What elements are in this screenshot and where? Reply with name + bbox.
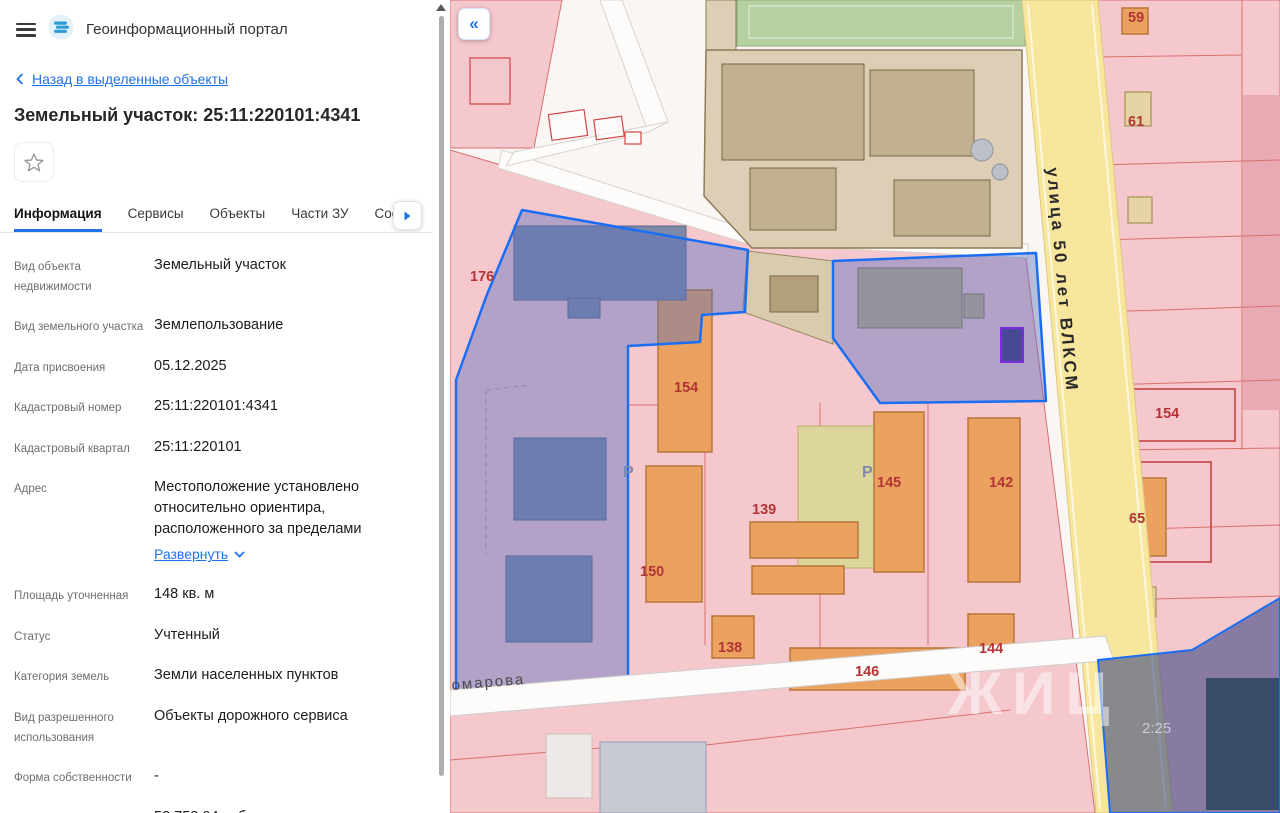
field-label: Вид объекта недвижимости — [14, 261, 92, 293]
field-value: 25:11:220101 — [154, 438, 242, 455]
tab-objects[interactable]: Объекты — [210, 196, 266, 232]
scroll-up-arrow-icon[interactable] — [436, 4, 446, 11]
map-canvas[interactable]: 176 154 139 145 142 150 138 146 144 59 6… — [450, 0, 1280, 813]
panel-scrollbar[interactable] — [434, 0, 450, 813]
parcel-number: 145 — [877, 475, 901, 491]
field-row: Кадастровая стоимость52 758,04 руб. — [14, 807, 420, 813]
tab-parts[interactable]: Части ЗУ — [291, 196, 348, 232]
field-value: 52 758,04 руб. — [154, 807, 250, 813]
back-link-label[interactable]: Назад в выделенные объекты — [32, 71, 228, 87]
parcel-number: 59 — [1128, 10, 1144, 26]
parking-label: P — [623, 464, 634, 481]
field-row: Кадастровый квартал 25:11:220101 — [14, 437, 420, 460]
field-value: Земли населенных пунктов — [154, 667, 339, 684]
parcel-strip-right[interactable] — [1243, 95, 1280, 410]
tab-bar: Информация Сервисы Объекты Части ЗУ Сост… — [0, 196, 432, 233]
field-value: Учтенный — [154, 626, 220, 643]
expand-address-label[interactable]: Развернуть — [154, 544, 228, 564]
tan-block — [705, 0, 737, 51]
field-row: Вид объекта недвижимости Земельный участо… — [14, 255, 420, 297]
field-row: Кадастровый номер 25:11:220101:4341 — [14, 396, 420, 419]
field-row: Форма собственности - — [14, 766, 420, 789]
parcel-number: 144 — [979, 641, 1003, 657]
green-field — [736, 0, 1026, 47]
back-link[interactable]: Назад в выделенные объекты — [0, 71, 450, 87]
field-row: Категория земель Земли населенных пунктов — [14, 665, 420, 688]
expand-address-link[interactable]: Развернуть — [154, 544, 245, 564]
field-row: Вид земельного участка Землепользование — [14, 315, 420, 338]
address-text: Местоположение установлено относительно … — [154, 479, 362, 538]
parcel-number: 146 — [855, 664, 879, 680]
parcel-number: 65 — [1129, 511, 1145, 527]
info-panel: Геоинформационный портал Назад в выделен… — [0, 0, 450, 813]
field-value: Земельный участок — [154, 257, 286, 273]
field-row: Дата присвоения 05.12.2025 — [14, 356, 420, 379]
tabs-scroll-right-button[interactable] — [393, 201, 422, 230]
field-label: Адрес — [14, 483, 47, 496]
portal-logo-icon — [48, 14, 74, 45]
field-row-address: Адрес Местоположение установлено относит… — [14, 477, 420, 566]
light-building-south — [545, 733, 593, 799]
cadastral-map[interactable]: 176 154 139 145 142 150 138 146 144 59 6… — [450, 0, 1280, 813]
parcel-number: 142 — [989, 475, 1013, 491]
field-value: 25:11:220101:4341 — [154, 398, 278, 415]
field-label: Статус — [14, 630, 51, 643]
watermark-text: ЖИЦ — [947, 660, 1119, 727]
parcel-number: 138 — [718, 640, 742, 656]
field-list: Вид объекта недвижимости Земельный участо… — [0, 233, 450, 813]
tab-information[interactable]: Информация — [14, 196, 102, 232]
field-label: Форма собственности — [14, 772, 132, 785]
page-title: Земельный участок: 25:11:220101:4341 — [14, 105, 361, 125]
gray-building-south — [599, 741, 707, 813]
field-label: Кадастровая стоимость — [14, 807, 154, 813]
field-value: Местоположение установлено относительно … — [154, 477, 420, 566]
field-label: Вид земельного участка — [14, 321, 144, 334]
collapse-panel-button[interactable]: « — [458, 8, 490, 40]
watermark-id: 2:25 — [1142, 720, 1171, 737]
scrollbar-thumb[interactable] — [439, 16, 444, 776]
parcel-number: 176 — [470, 269, 494, 285]
field-label: Категория земель — [14, 671, 110, 684]
field-value: 148 кв. м — [154, 586, 215, 603]
field-value: Объекты дорожного сервиса — [154, 707, 348, 724]
chevron-right-icon — [404, 211, 411, 220]
favorite-button[interactable] — [14, 142, 54, 182]
chevron-down-icon — [234, 551, 245, 558]
menu-icon[interactable] — [16, 22, 36, 37]
parcel-number: 150 — [640, 564, 664, 580]
parcel-number: 139 — [752, 502, 776, 518]
parcel-number: 154 — [1155, 406, 1179, 422]
app-title: Геоинформационный портал — [86, 21, 288, 38]
field-value: Землепользование — [154, 317, 284, 334]
tab-services[interactable]: Сервисы — [128, 196, 184, 232]
field-value: - — [154, 768, 159, 785]
field-row: Площадь уточненная 148 кв. м — [14, 584, 420, 607]
tank-structure — [991, 163, 1009, 181]
field-label: Вид разрешенного использования — [14, 711, 114, 744]
field-row: Вид разрешенного использования Объекты до… — [14, 706, 420, 748]
tan-parcel-building — [769, 275, 819, 313]
selected-land-parcel[interactable] — [1000, 327, 1024, 363]
field-label: Кадастровый номер — [14, 402, 122, 415]
field-row: Статус Учтенный — [14, 625, 420, 648]
field-label: Площадь уточненная — [14, 590, 129, 603]
field-value: 05.12.2025 — [154, 357, 227, 374]
star-icon — [24, 152, 44, 171]
parking-label: P — [862, 464, 873, 481]
tank-structure — [970, 138, 994, 162]
field-label: Дата присвоения — [14, 361, 106, 374]
parcel-number: 61 — [1128, 114, 1144, 130]
field-label: Кадастровый квартал — [14, 442, 130, 455]
panel-header: Геоинформационный портал — [0, 0, 450, 51]
parcel-number: 154 — [674, 380, 698, 396]
chevron-left-icon — [16, 73, 24, 85]
